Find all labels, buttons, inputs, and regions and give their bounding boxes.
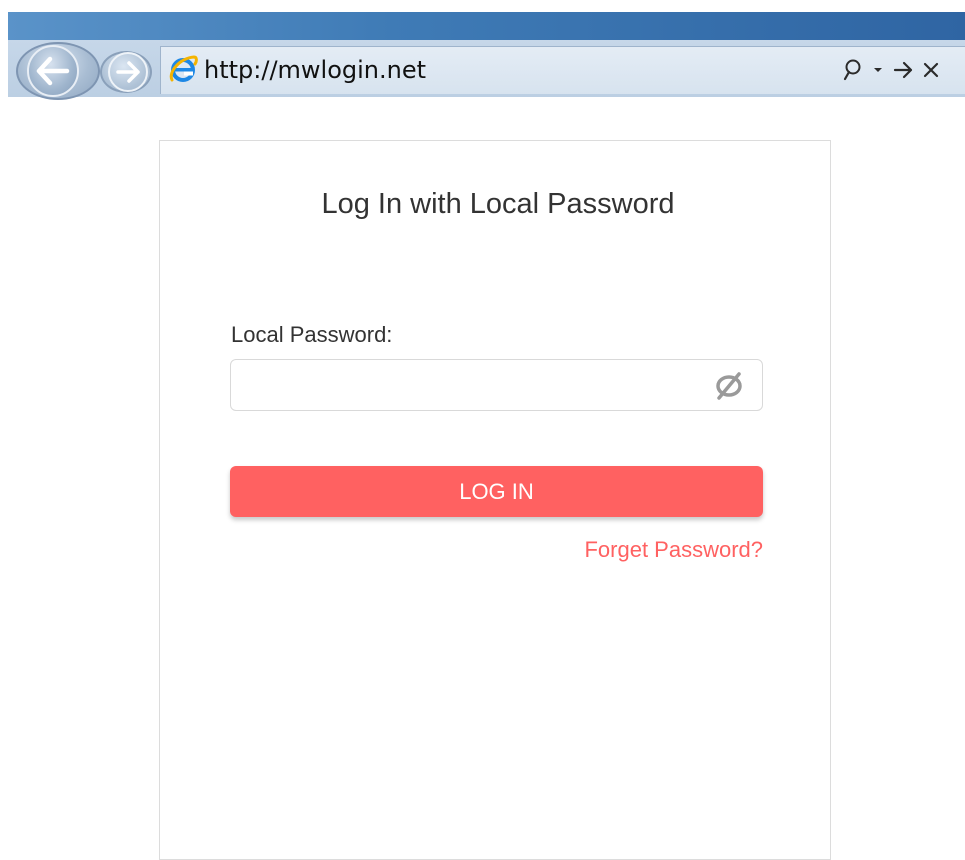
address-tools <box>842 54 940 86</box>
hide-password-eye-icon[interactable] <box>710 370 748 402</box>
dropdown-caret-icon[interactable] <box>872 65 884 75</box>
password-label: Local Password: <box>231 322 393 347</box>
login-button[interactable]: LOG IN <box>230 466 763 517</box>
search-icon[interactable] <box>842 58 864 82</box>
title-bar <box>8 12 965 40</box>
ie-logo-icon <box>169 55 198 82</box>
go-arrow-icon[interactable] <box>892 60 914 80</box>
password-field-container[interactable] <box>230 359 763 411</box>
forward-arrow-icon[interactable] <box>108 52 148 92</box>
close-icon[interactable] <box>922 60 940 80</box>
forget-password-link[interactable]: Forget Password? <box>584 535 763 565</box>
back-arrow-icon[interactable] <box>27 45 79 97</box>
url-text[interactable]: http://mwlogin.net <box>204 54 426 86</box>
page-title: Log In with Local Password <box>321 188 675 220</box>
browser-chrome: http://mwlogin.net <box>0 0 965 100</box>
password-input[interactable] <box>241 368 701 402</box>
